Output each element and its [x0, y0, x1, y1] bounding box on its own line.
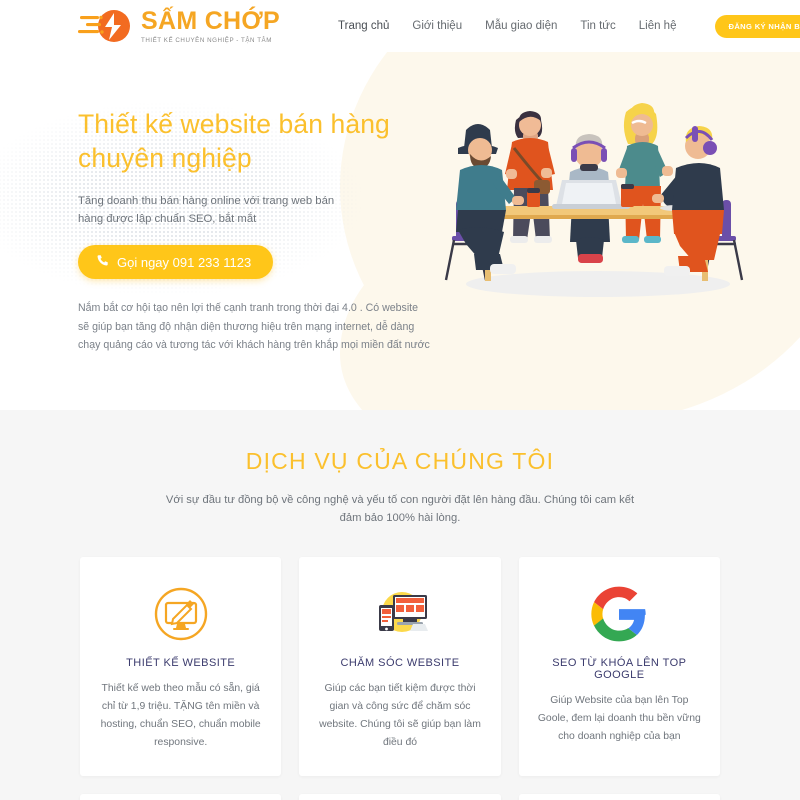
logo-text-block: SẤM CHỚP THIẾT KẾ CHUYÊN NGHIỆP - TẬN TÂ…: [141, 7, 281, 44]
service-card-text: Giúp Website của bạn lên Top Goole, đem …: [537, 694, 701, 742]
services-title: DỊCH VỤ CỦA CHÚNG TÔI: [245, 448, 555, 474]
monitor-pencil-icon: [98, 583, 263, 645]
site-logo[interactable]: SẤM CHỚP THIẾT KẾ CHUYÊN NGHIỆP - TẬN TÂ…: [78, 7, 280, 45]
hero-subtitle: Tăng doanh thu bán hàng online với trang…: [78, 194, 335, 226]
call-now-button[interactable]: Gọi ngay 091 233 1123: [78, 245, 274, 280]
service-card-text: Giúp các bạn tiết kiệm được thời gian và…: [319, 682, 481, 748]
services-card-grid: THIẾT KẾ WEBSITE Thiết kế web theo mẫu c…: [80, 556, 720, 800]
service-card[interactable]: [299, 793, 501, 800]
logo-name: SẤM CHỚP: [141, 7, 281, 36]
service-card[interactable]: THIẾT KẾ WEBSITE Thiết kế web theo mẫu c…: [80, 556, 282, 776]
nav-item-lien-he[interactable]: Liên hệ: [639, 20, 677, 32]
google-g-icon: [537, 583, 702, 645]
request-quote-button[interactable]: ĐĂNG KÝ NHẬN BÁO GIÁ: [715, 14, 800, 38]
nav-item-mau-giao-dien[interactable]: Mẫu giao diện: [485, 20, 557, 32]
site-header: SẤM CHỚP THIẾT KẾ CHUYÊN NGHIỆP - TẬN TÂ…: [0, 0, 800, 52]
page-root: SẤM CHỚP THIẾT KẾ CHUYÊN NGHIỆP - TẬN TÂ…: [0, 0, 800, 800]
services-section: DỊCH VỤ CỦA CHÚNG TÔI Với sự đầu tư đồng…: [0, 410, 800, 800]
service-card[interactable]: WWW: [80, 793, 282, 800]
nav-item-gioi-thieu[interactable]: Giới thiệu: [412, 20, 462, 32]
services-subtitle: Với sự đầu tư đồng bộ về công nghệ và yế…: [165, 494, 635, 525]
nav-item-trang-chu[interactable]: Trang chủ: [338, 20, 389, 32]
service-card[interactable]: CHĂM SÓC WEBSITE Giúp các bạn tiết kiệm …: [299, 556, 501, 776]
service-card[interactable]: [518, 793, 720, 800]
service-card-title: THIẾT KẾ WEBSITE: [126, 656, 236, 669]
service-card-text: Thiết kế web theo mẫu có sẵn, giá chỉ từ…: [100, 682, 261, 748]
hero-title: Thiết kế website bán hàng chuyên nghiệp: [78, 109, 390, 173]
responsive-devices-icon: [317, 583, 482, 645]
hero-copy: Thiết kế website bán hàng chuyên nghiệp …: [78, 52, 430, 354]
call-now-label: Gọi ngay 091 233 1123: [117, 254, 252, 270]
service-card-title: CHĂM SÓC WEBSITE: [340, 656, 460, 669]
logo-tagline: THIẾT KẾ CHUYÊN NGHIỆP - TẬN TÂM: [141, 36, 272, 44]
lightning-bolt-logo-icon: [78, 7, 134, 45]
service-card-title: SEO TỪ KHÓA LÊN TOP GOOGLE: [552, 656, 687, 681]
service-card[interactable]: SEO TỪ KHÓA LÊN TOP GOOGLE Giúp Website …: [518, 556, 720, 776]
hero-illustration: [430, 68, 760, 354]
phone-icon: [96, 254, 109, 270]
hero-note: Nắm bắt cơ hội tạo nên lợi thế cạnh tran…: [78, 302, 430, 351]
main-navigation: Trang chủ Giới thiệu Mẫu giao diện Tin t…: [338, 14, 800, 38]
hero-section: Thiết kế website bán hàng chuyên nghiệp …: [0, 52, 800, 410]
nav-item-tin-tuc[interactable]: Tin tức: [580, 20, 615, 32]
